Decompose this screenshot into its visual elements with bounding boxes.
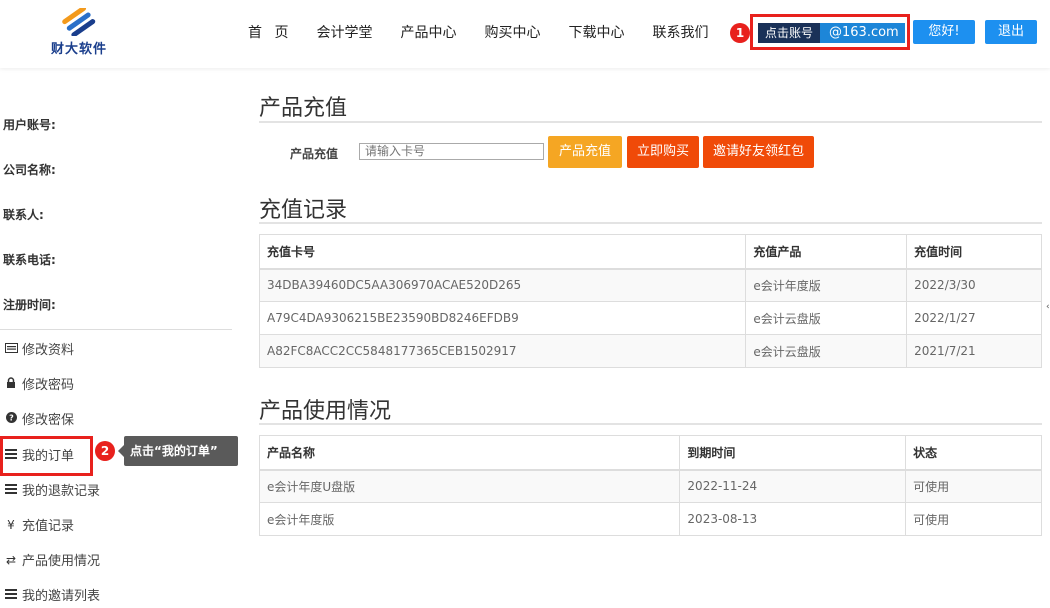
sidebar-divider [0, 329, 232, 330]
lock-icon [4, 376, 18, 391]
info-user-account: 用户账号: [3, 118, 56, 132]
table-header-row: 产品名称 到期时间 状态 [258, 435, 1042, 471]
main-nav: 首 页 会计学堂 产品中心 购买中心 下载中心 联系我们 [248, 22, 736, 42]
question-circle-icon: ? [4, 411, 18, 426]
instruction-tooltip: 点击“我的订单” [118, 436, 238, 466]
nav-accounting-school[interactable]: 会计学堂 [316, 22, 372, 42]
cell-expiry-date: 2022-11-24 [679, 469, 907, 503]
sidebar-item-edit-profile[interactable]: 修改资料 [4, 339, 74, 358]
exchange-icon: ⇄ [5, 552, 17, 567]
sidebar-item-product-usage[interactable]: ⇄ 产品使用情况 [4, 550, 101, 570]
card-number-input[interactable] [359, 143, 544, 160]
sidebar-item-label: 充值记录 [22, 519, 75, 534]
sidebar-item-label: 我的退款记录 [22, 484, 101, 499]
nav-home[interactable]: 首 页 [248, 22, 292, 42]
cell-expiry-date: 2023-08-13 [679, 502, 907, 536]
sidebar-item-label: 修改密码 [22, 378, 75, 393]
cell-card-number: A79C4DA9306215BE23590BD8246EFDB9 [258, 301, 747, 335]
account-label[interactable]: 点击账号 [758, 23, 821, 43]
info-contact: 联系人: [3, 208, 44, 222]
section-divider [259, 222, 1042, 224]
sidebar-item-label: 产品使用情况 [22, 554, 101, 569]
sidebar-item-label: 我的邀请列表 [22, 589, 101, 604]
col-recharge-time: 充值时间 [906, 234, 1042, 270]
recharge-label: 产品充值 [290, 147, 339, 161]
col-product: 充值产品 [745, 234, 908, 270]
col-expiry-date: 到期时间 [679, 435, 907, 471]
my-orders-highlight-box [0, 436, 93, 476]
info-phone: 联系电话: [3, 253, 56, 267]
top-header: 财大软件 首 页 会计学堂 产品中心 购买中心 下载中心 联系我们 1 点击账号… [0, 0, 1050, 68]
sidebar-item-invite-list[interactable]: 我的邀请列表 [4, 585, 100, 604]
cell-product: e会计云盘版 [745, 334, 908, 368]
invite-friends-button[interactable]: 邀请好友领红包 [703, 136, 814, 168]
cell-time: 2022/3/30 [906, 268, 1042, 302]
usage-section-title: 产品使用情况 [259, 399, 392, 424]
info-company-name: 公司名称: [3, 163, 56, 177]
cell-card-number: 34DBA39460DC5AA306970ACAE520D265 [258, 268, 747, 302]
account-highlight-box: 点击账号 @163.com [750, 14, 910, 50]
cell-product-name: e会计年度版 [258, 502, 681, 536]
logo-icon [62, 8, 96, 36]
cell-time: 2021/7/21 [906, 334, 1042, 368]
nav-purchase-center[interactable]: 购买中心 [484, 22, 540, 42]
nav-contact-us[interactable]: 联系我们 [652, 22, 708, 42]
sidebar-item-change-password[interactable]: 修改密码 [4, 374, 74, 393]
logo[interactable]: 财大软件 [44, 8, 114, 58]
table-row: e会计年度U盘版 2022-11-24 可使用 [258, 469, 1042, 503]
col-status: 状态 [905, 435, 1042, 471]
account-link[interactable]: 点击账号 @163.com [758, 23, 905, 43]
nav-download-center[interactable]: 下载中心 [568, 22, 624, 42]
sidebar: 用户账号: 公司名称: 联系人: 联系电话: 注册时间: 修改资料 修改密码 ?… [0, 68, 240, 608]
section-divider [259, 121, 1042, 123]
col-product-name: 产品名称 [258, 435, 681, 471]
table-row: A82FC8ACC2CC5848177365CEB1502917 e会计云盘版 … [258, 334, 1042, 368]
recharge-records-table: 充值卡号 充值产品 充值时间 34DBA39460DC5AA306970ACAE… [258, 234, 1042, 368]
logout-button[interactable]: 退出 [985, 20, 1037, 44]
logo-text: 财大软件 [50, 42, 107, 57]
list-icon [4, 588, 18, 602]
sidebar-item-label: 修改密保 [22, 413, 75, 428]
nav-product-center[interactable]: 产品中心 [400, 22, 456, 42]
sidebar-item-security-question[interactable]: ? 修改密保 [4, 409, 74, 428]
hello-button[interactable]: 您好! [913, 20, 975, 44]
yen-icon: ¥ [7, 517, 15, 532]
step-badge-2: 2 [95, 441, 115, 461]
col-card-number: 充值卡号 [258, 234, 747, 270]
product-usage-table: 产品名称 到期时间 状态 e会计年度U盘版 2022-11-24 可使用 e会计… [258, 435, 1042, 536]
table-row: A79C4DA9306215BE23590BD8246EFDB9 e会计云盘版 … [258, 301, 1042, 335]
cell-product: e会计云盘版 [745, 301, 908, 335]
info-register-time: 注册时间: [3, 298, 56, 312]
cell-status: 可使用 [905, 502, 1042, 536]
cell-time: 2022/1/27 [906, 301, 1042, 335]
scroll-indicator: ‹ [1046, 302, 1050, 312]
table-header-row: 充值卡号 充值产品 充值时间 [258, 234, 1042, 270]
svg-text:?: ? [9, 413, 14, 422]
product-recharge-button[interactable]: 产品充值 [548, 136, 622, 168]
section-divider [259, 423, 1042, 425]
buy-now-button[interactable]: 立即购买 [627, 136, 699, 168]
sidebar-item-refund-records[interactable]: 我的退款记录 [4, 480, 100, 499]
id-card-icon [4, 342, 18, 356]
table-row: e会计年度版 2023-08-13 可使用 [258, 502, 1042, 536]
cell-product-name: e会计年度U盘版 [258, 469, 681, 503]
sidebar-item-label: 修改资料 [22, 343, 75, 358]
cell-card-number: A82FC8ACC2CC5848177365CEB1502917 [258, 334, 747, 368]
table-row: 34DBA39460DC5AA306970ACAE520D265 e会计年度版 … [258, 268, 1042, 302]
step-badge-1: 1 [730, 23, 750, 43]
account-email[interactable]: @163.com [820, 23, 905, 43]
cell-product: e会计年度版 [745, 268, 908, 302]
cell-status: 可使用 [905, 469, 1042, 503]
records-section-title: 充值记录 [259, 198, 348, 223]
sidebar-item-recharge-records[interactable]: ¥ 充值记录 [4, 515, 75, 535]
recharge-section-title: 产品充值 [259, 96, 348, 121]
list-icon [4, 483, 18, 497]
